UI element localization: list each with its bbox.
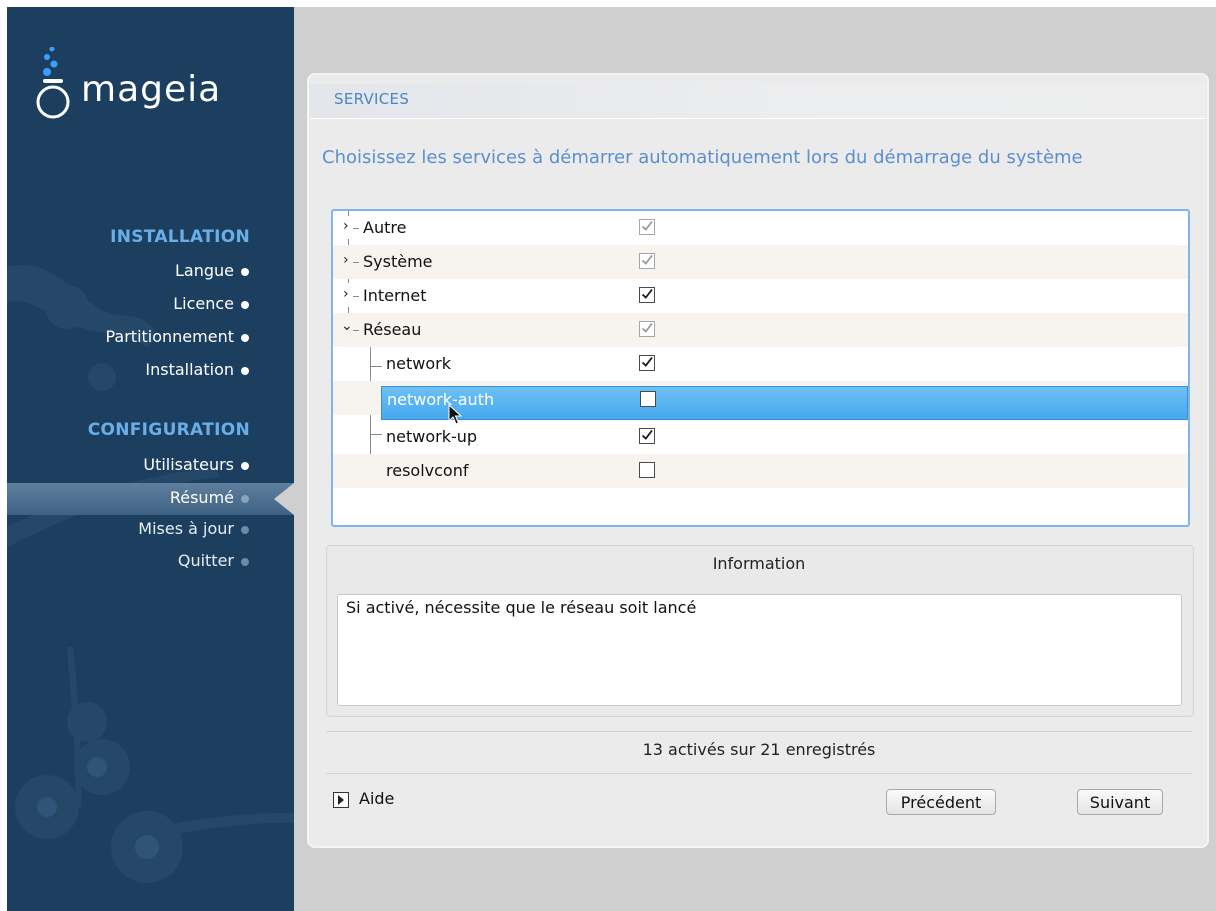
expander-collapsed-icon[interactable]: › [343, 252, 349, 268]
tree-row-reseau[interactable]: ⌄ Réseau [333, 313, 1188, 347]
sidebar: mageia INSTALLATION Langue Licence Parti… [7, 7, 294, 911]
step-done-bullet [241, 334, 249, 342]
step-done-bullet [241, 367, 249, 375]
information-text: Si activé, nécessite que le réseau soit … [346, 598, 697, 617]
divider [326, 773, 1192, 774]
nav-item-label: Installation [145, 360, 234, 379]
checkbox-checked[interactable] [639, 287, 655, 303]
step-done-bullet [241, 462, 249, 470]
brand-name: mageia [81, 69, 222, 110]
step-pending-bullet [241, 526, 249, 534]
page-subtitle: Choisissez les services à démarrer autom… [322, 147, 1083, 168]
checkbox-inconsistent[interactable] [639, 219, 655, 235]
tree-row-resolvconf[interactable]: resolvconf [333, 454, 1188, 488]
checkbox-checked[interactable] [639, 355, 655, 371]
next-button[interactable]: Suivant [1077, 789, 1163, 815]
checkbox-checked[interactable] [639, 428, 655, 444]
step-current-bullet [241, 495, 249, 503]
nav-item-label: Partitionnement [105, 327, 234, 346]
tree-row-label: network-up [386, 427, 478, 446]
nav-item-label: Résumé [169, 488, 234, 507]
tree-line [353, 228, 359, 229]
title-bar [310, 84, 1206, 119]
step-done-bullet [241, 301, 249, 309]
tree-line [353, 296, 359, 297]
divider [326, 731, 1192, 732]
checkbox-inconsistent[interactable] [639, 321, 655, 337]
nav-item-label: Utilisateurs [143, 455, 234, 474]
checkbox-unchecked[interactable] [639, 462, 655, 478]
nav-item-label: Licence [173, 294, 234, 313]
nav-item-mises-a-jour: Mises à jour [7, 515, 294, 545]
nav-item-langue: Langue [7, 257, 294, 287]
tree-row-network-auth[interactable]: network-auth [381, 386, 1188, 420]
expander-collapsed-icon[interactable]: › [343, 218, 349, 234]
nav-item-label: Mises à jour [138, 519, 234, 538]
tree-row-label: Internet [363, 286, 427, 305]
nav-heading-installation: INSTALLATION [110, 227, 250, 247]
services-tree[interactable]: › Autre › Système › Internet ⌄ Réseau ne… [331, 209, 1190, 527]
mouse-pointer-icon [448, 404, 462, 425]
nav-heading-configuration: CONFIGURATION [87, 420, 250, 440]
tree-row-label: network [386, 354, 451, 373]
tree-row-internet[interactable]: › Internet [333, 279, 1188, 313]
nav-item-utilisateurs: Utilisateurs [7, 451, 294, 481]
expand-triangle-icon [333, 792, 349, 808]
step-pending-bullet [241, 558, 249, 566]
expander-expanded-icon[interactable]: ⌄ [341, 318, 353, 334]
nav-item-resume: Résumé [7, 483, 294, 515]
tree-row-autre[interactable]: › Autre [333, 211, 1188, 245]
step-done-bullet [241, 268, 249, 276]
nav-item-partitionnement: Partitionnement [7, 323, 294, 353]
current-step-pointer [274, 483, 294, 515]
nav-item-licence: Licence [7, 290, 294, 320]
checkbox-unchecked[interactable] [640, 391, 656, 407]
checkbox-inconsistent[interactable] [639, 253, 655, 269]
tree-row-label: Réseau [363, 320, 422, 339]
expander-collapsed-icon[interactable]: › [343, 286, 349, 302]
tree-row-label: resolvconf [386, 461, 469, 480]
nav-item-label: Quitter [177, 551, 234, 570]
nav-item-label: Langue [175, 261, 234, 280]
tree-line [353, 330, 359, 331]
tree-line [353, 262, 359, 263]
nav-item-quitter: Quitter [7, 547, 294, 577]
tree-row-label: Autre [363, 218, 407, 237]
tree-row-network[interactable]: network [333, 347, 1188, 381]
page-title: SERVICES [334, 90, 410, 108]
tree-row-label: Système [363, 252, 433, 271]
help-label: Aide [359, 789, 395, 808]
information-title: Information [712, 554, 806, 573]
tree-row-label: network-auth [387, 390, 495, 409]
services-count-status: 13 activés sur 21 enregistrés [642, 740, 876, 759]
previous-button[interactable]: Précédent [886, 789, 996, 815]
nav-item-installation: Installation [7, 356, 294, 386]
tree-row-systeme[interactable]: › Système [333, 245, 1188, 279]
